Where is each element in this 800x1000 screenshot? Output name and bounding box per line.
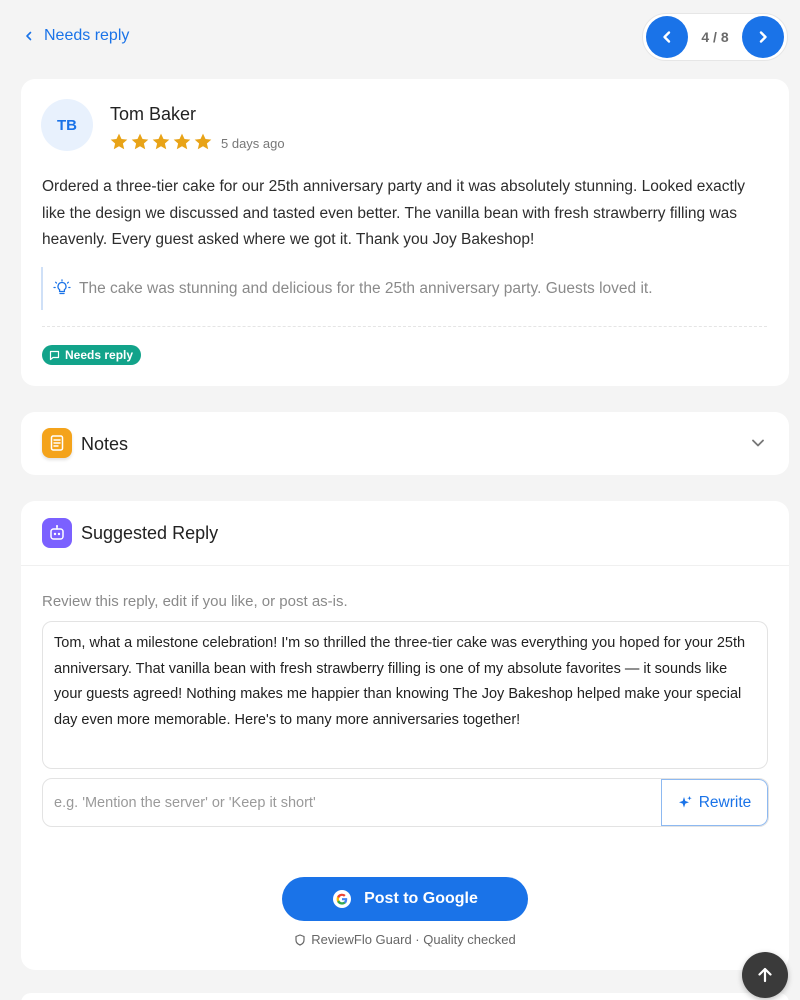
rewrite-button[interactable]: Rewrite [661, 779, 768, 826]
scroll-to-top-button[interactable] [742, 952, 788, 998]
star-icon [110, 133, 128, 150]
star-icon [173, 133, 191, 150]
notes-title: Notes [81, 434, 129, 454]
notes-section[interactable]: Notes [21, 412, 789, 475]
message-icon [49, 350, 60, 360]
reply-instructions: Review this reply, edit if you like, or … [42, 593, 348, 610]
post-to-google-button[interactable]: Post to Google [282, 877, 528, 921]
rewrite-row: Rewrite [42, 778, 769, 827]
review-card: TB Tom Baker 5 days ago Ordered a three-… [21, 79, 789, 386]
robot-icon [42, 518, 72, 548]
suggested-reply-section: Suggested Reply Review this reply, edit … [21, 501, 789, 970]
review-summary: The cake was stunning and delicious for … [41, 267, 769, 310]
shield-icon [295, 933, 305, 946]
google-icon [333, 890, 352, 908]
notepad-icon [42, 428, 72, 458]
lightbulb-icon [53, 279, 71, 295]
pager-count: 4 / 8 [701, 29, 729, 45]
reviewer-name: Tom Baker [110, 104, 197, 124]
suggested-reply-title: Suggested Reply [81, 523, 219, 543]
status-badge-label: Needs reply [65, 348, 134, 362]
divider [42, 326, 767, 327]
star-icon [194, 133, 212, 150]
star-icon [152, 133, 170, 150]
review-summary-text: The cake was stunning and delicious for … [79, 279, 653, 297]
next-section [21, 993, 789, 1000]
reply-textarea[interactable]: Tom, what a milestone celebration! I'm s… [42, 621, 768, 769]
chevron-left-icon [663, 31, 671, 43]
chevron-right-icon [759, 31, 767, 43]
rewrite-instruction-input[interactable] [43, 779, 662, 826]
sparkle-icon [678, 796, 692, 808]
chevron-down-icon[interactable] [751, 436, 765, 450]
status-badge: Needs reply [42, 345, 142, 365]
rewrite-button-label: Rewrite [698, 793, 752, 811]
quality-check-label: ReviewFlo Guard · Quality checked [311, 932, 516, 947]
arrow-up-icon [758, 967, 772, 983]
avatar: TB [41, 99, 93, 151]
post-button-label: Post to Google [364, 890, 478, 907]
review-pager: 4 / 8 [642, 13, 788, 61]
next-review-button[interactable] [742, 16, 784, 58]
star-rating [109, 132, 213, 152]
top-bar: Needs reply 4 / 8 [0, 0, 800, 78]
quality-check-note: ReviewFlo Guard · Quality checked [21, 932, 789, 947]
previous-review-button[interactable] [646, 16, 688, 58]
review-text: Ordered a three-tier cake for our 25th a… [42, 178, 746, 248]
review-date: 5 days ago [221, 136, 285, 151]
chevron-left-icon [26, 31, 32, 41]
back-link[interactable]: Needs reply [24, 27, 129, 45]
star-icon [131, 133, 149, 150]
back-link-label: Needs reply [44, 27, 130, 44]
divider [21, 565, 789, 566]
